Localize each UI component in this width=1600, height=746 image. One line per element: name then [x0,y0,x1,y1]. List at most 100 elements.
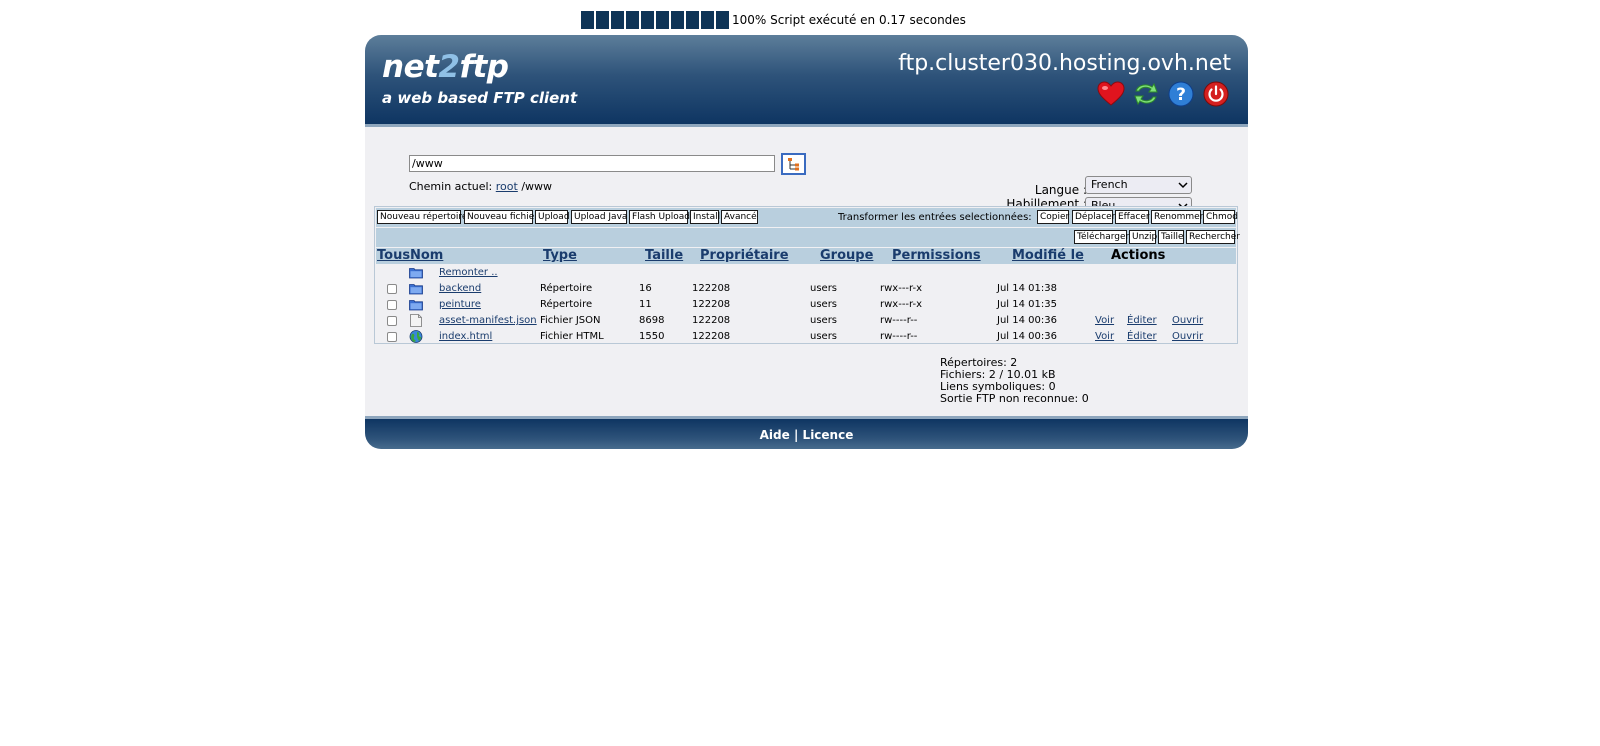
path-root-link[interactable]: root [496,180,518,193]
file-permissions: rwx---r-x [880,283,923,294]
file-size: 1550 [639,331,665,342]
file-browser: Nouveau répertoire Nouveau fichier Uploa… [374,206,1240,345]
folder-icon [409,284,423,295]
file-owner: 122208 [692,315,731,326]
sort-owner-link[interactable]: Propriétaire [700,248,789,263]
file-name-link[interactable]: asset-manifest.json [439,315,537,326]
sort-permissions-link[interactable]: Permissions [892,248,981,263]
folder-icon [409,300,423,311]
upload-java-button[interactable]: Upload Java [571,210,627,224]
select-all-link[interactable]: Tous [377,248,410,263]
header-icons: ? [1097,80,1230,108]
file-type: Fichier JSON [540,315,601,326]
help-link[interactable]: Aide [760,428,790,442]
sort-modified-link[interactable]: Modifié le [1012,248,1084,263]
file-owner: 122208 [692,299,731,310]
file-icon [410,314,422,327]
row-checkbox[interactable] [387,316,397,326]
copy-button[interactable]: Copier [1037,210,1069,224]
host-name: ftp.cluster030.hosting.ovh.net [898,51,1231,76]
file-name-link[interactable]: peinture [439,299,481,310]
table-header: Tous Nom Type Taille Propriétaire Groupe… [376,248,1236,264]
file-group: users [810,315,838,326]
edit-link[interactable]: Éditer [1127,331,1157,342]
view-link[interactable]: Voir [1095,331,1114,342]
file-type: Répertoire [540,283,593,294]
row-checkbox[interactable] [387,332,397,342]
size-button[interactable]: Taille [1158,230,1184,244]
file-name-link[interactable]: index.html [439,331,492,342]
main-frame: net2ftp a web based FTP client ftp.clust… [365,35,1248,449]
chmod-button[interactable]: Chmod [1203,210,1238,224]
view-link[interactable]: Voir [1095,315,1114,326]
table-row: asset-manifest.json Fichier JSON 8698 12… [376,313,1236,329]
file-modified: Jul 14 01:35 [997,299,1057,310]
row-checkbox[interactable] [387,284,397,294]
path-input[interactable]: /www [409,155,775,172]
file-type: Répertoire [540,299,593,310]
file-name-link[interactable]: backend [439,283,481,294]
unzip-button[interactable]: Unzip [1129,230,1157,244]
globe-icon [409,330,423,343]
directory-stats: Répertoires: 2 Fichiers: 2 / 10.01 kB Li… [940,357,1089,405]
rename-button[interactable]: Renommer [1151,210,1203,224]
search-button[interactable]: Rechercher [1186,230,1240,244]
power-icon[interactable] [1202,80,1230,108]
file-permissions: rw----r-- [880,315,918,326]
folder-icon [409,268,423,279]
progress-bar: 100% Script exécuté en 0.17 secondes [581,11,966,29]
help-icon[interactable]: ? [1167,80,1195,108]
sort-size-link[interactable]: Taille [645,248,683,263]
file-group: users [810,283,838,294]
delete-button[interactable]: Effacer [1115,210,1150,224]
file-type: Fichier HTML [540,331,604,342]
table-row-up: Remonter .. [376,265,1236,281]
new-directory-button[interactable]: Nouveau répertoire [377,210,467,224]
current-path: Chemin actuel: root /www [409,180,553,193]
language-label: Langue : [1034,183,1087,197]
tree-icon [787,158,799,171]
file-size: 11 [639,299,652,310]
file-owner: 122208 [692,331,731,342]
sort-group-link[interactable]: Groupe [820,248,873,263]
file-permissions: rwx---r-x [880,299,923,310]
license-link[interactable]: Licence [803,428,854,442]
new-file-button[interactable]: Nouveau fichier [464,210,538,224]
sort-type-link[interactable]: Type [543,248,577,263]
refresh-icon[interactable] [1132,80,1160,108]
browse-tree-button[interactable] [781,153,806,175]
advanced-button[interactable]: Avancé [721,210,758,224]
svg-text:?: ? [1176,85,1186,105]
edit-link[interactable]: Éditer [1127,315,1157,326]
footer-separator: | [793,428,799,442]
table-row: backend Répertoire 16 122208 users rwx--… [376,281,1236,297]
install-button[interactable]: Install [690,210,720,224]
logo: net2ftp [382,49,509,85]
row-checkbox[interactable] [387,300,397,310]
file-modified: Jul 14 00:36 [997,315,1057,326]
file-modified: Jul 14 00:36 [997,331,1057,342]
header: net2ftp a web based FTP client ftp.clust… [365,35,1248,127]
chevron-down-icon [1178,182,1188,189]
open-link[interactable]: Ouvrir [1172,331,1203,342]
flash-upload-button[interactable]: Flash Upload [629,210,690,224]
download-button[interactable]: Télécharger [1074,230,1129,244]
sort-name-link[interactable]: Nom [410,248,443,263]
language-select[interactable]: French [1085,176,1192,194]
file-permissions: rw----r-- [880,331,918,342]
file-size: 16 [639,283,652,294]
file-size: 8698 [639,315,665,326]
file-group: users [810,299,838,310]
heart-icon[interactable] [1097,80,1125,108]
upload-button[interactable]: Upload [535,210,570,224]
file-owner: 122208 [692,283,731,294]
progress-blocks [581,11,729,29]
table-row: peinture Répertoire 11 122208 users rwx-… [376,297,1236,313]
open-link[interactable]: Ouvrir [1172,315,1203,326]
parent-directory-link[interactable]: Remonter .. [439,267,498,278]
table-row: index.html Fichier HTML 1550 122208 user… [376,329,1236,345]
progress-text: 100% Script exécuté en 0.17 secondes [732,13,966,27]
actions-header: Actions [1111,248,1166,263]
move-button[interactable]: Déplacer [1072,210,1115,224]
logo-tagline: a web based FTP client [382,89,578,107]
